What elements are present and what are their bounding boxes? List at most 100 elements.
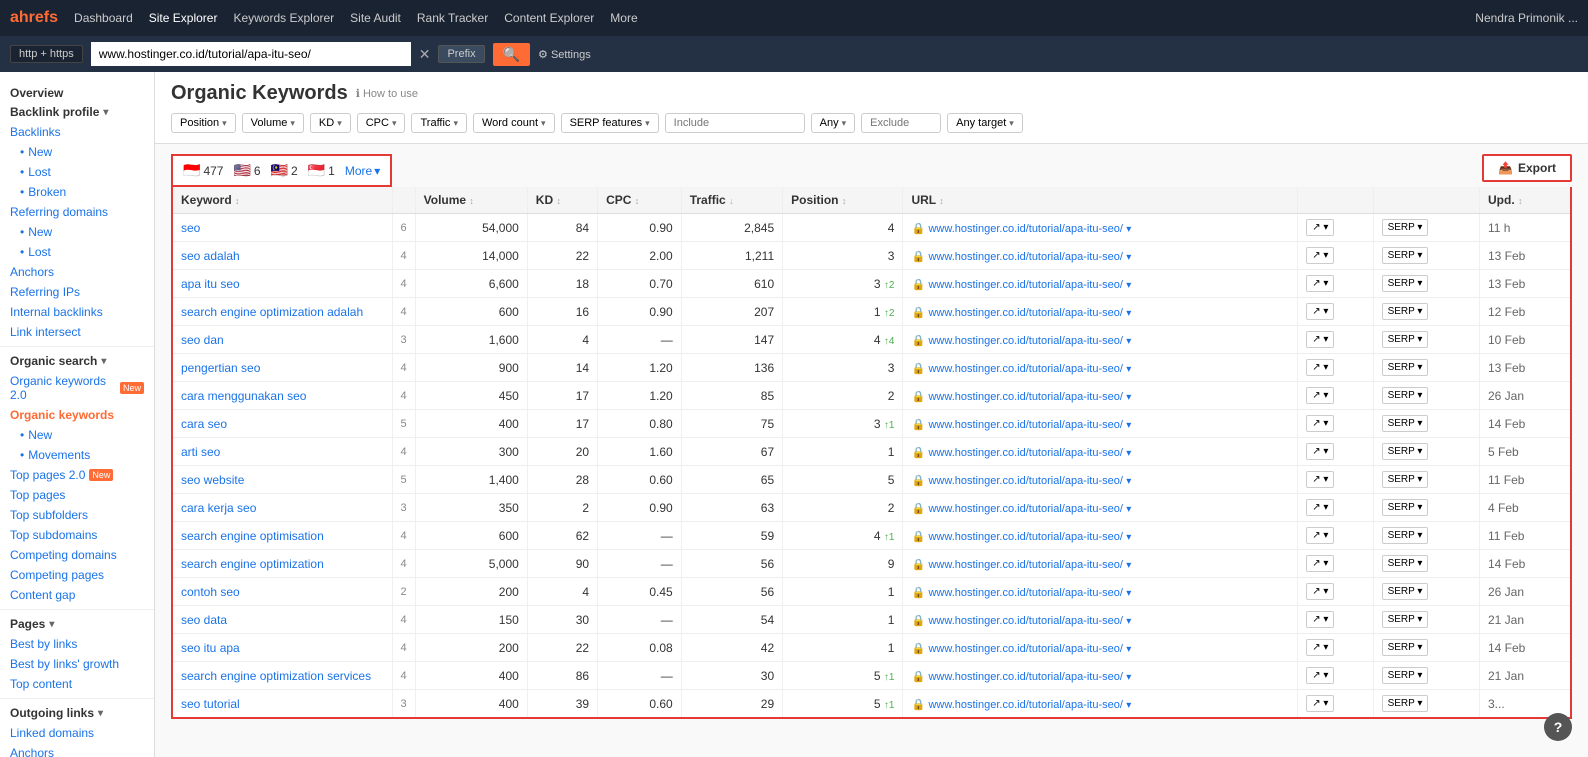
cell-keyword[interactable]: search engine optimization xyxy=(172,550,392,578)
cell-trend[interactable]: ↗ ▾ xyxy=(1298,242,1373,270)
cell-serp[interactable]: SERP ▾ xyxy=(1373,214,1479,242)
keyword-link[interactable]: apa itu seo xyxy=(181,277,240,291)
trend-button[interactable]: ↗ ▾ xyxy=(1306,555,1334,572)
sidebar-anchors[interactable]: Anchors xyxy=(0,262,154,282)
sidebar-backlinks-new[interactable]: • New xyxy=(0,142,154,162)
serp-button[interactable]: SERP ▾ xyxy=(1382,247,1429,264)
url-dropdown-icon[interactable]: ▾ xyxy=(1126,504,1131,515)
trend-button[interactable]: ↗ ▾ xyxy=(1306,303,1334,320)
cell-keyword[interactable]: contoh seo xyxy=(172,578,392,606)
sidebar-top-subfolders[interactable]: Top subfolders xyxy=(0,505,154,525)
keyword-link[interactable]: search engine optimization services xyxy=(181,669,371,683)
url-dropdown-icon[interactable]: ▾ xyxy=(1126,476,1131,487)
cell-keyword[interactable]: pengertian seo xyxy=(172,354,392,382)
sidebar-outgoing-anchors[interactable]: Anchors xyxy=(0,743,154,757)
prefix-button[interactable]: Prefix xyxy=(438,45,484,63)
cell-serp[interactable]: SERP ▾ xyxy=(1373,606,1479,634)
cell-serp[interactable]: SERP ▾ xyxy=(1373,578,1479,606)
protocol-button[interactable]: http + https xyxy=(10,45,83,63)
keyword-link[interactable]: seo data xyxy=(181,613,227,627)
serp-button[interactable]: SERP ▾ xyxy=(1382,387,1429,404)
sidebar-content-gap[interactable]: Content gap xyxy=(0,585,154,605)
sidebar-top-pages-20[interactable]: Top pages 2.0 New xyxy=(0,465,154,485)
trend-button[interactable]: ↗ ▾ xyxy=(1306,611,1334,628)
cell-serp[interactable]: SERP ▾ xyxy=(1373,466,1479,494)
more-countries-button[interactable]: More ▾ xyxy=(345,164,380,178)
url-link[interactable]: www.hostinger.co.id/tutorial/apa-itu-seo… xyxy=(928,615,1122,627)
url-dropdown-icon[interactable]: ▾ xyxy=(1126,560,1131,571)
clear-url-button[interactable]: ✕ xyxy=(419,46,431,63)
sidebar-top-content[interactable]: Top content xyxy=(0,674,154,694)
position-filter[interactable]: Position ▾ xyxy=(171,113,236,133)
serp-button[interactable]: SERP ▾ xyxy=(1382,555,1429,572)
url-dropdown-icon[interactable]: ▾ xyxy=(1126,700,1131,711)
cell-serp[interactable]: SERP ▾ xyxy=(1373,634,1479,662)
keyword-link[interactable]: search engine optimisation xyxy=(181,529,324,543)
cell-trend[interactable]: ↗ ▾ xyxy=(1298,494,1373,522)
nav-rank-tracker[interactable]: Rank Tracker xyxy=(417,11,488,25)
cell-trend[interactable]: ↗ ▾ xyxy=(1298,214,1373,242)
trend-button[interactable]: ↗ ▾ xyxy=(1306,499,1334,516)
cell-url[interactable]: 🔒 www.hostinger.co.id/tutorial/apa-itu-s… xyxy=(903,298,1298,326)
sidebar-best-by-links-growth[interactable]: Best by links' growth xyxy=(0,654,154,674)
cell-url[interactable]: 🔒 www.hostinger.co.id/tutorial/apa-itu-s… xyxy=(903,214,1298,242)
how-to-use-link[interactable]: ℹ How to use xyxy=(356,87,418,100)
search-button[interactable]: 🔍 xyxy=(493,43,530,66)
sidebar-competing-pages[interactable]: Competing pages xyxy=(0,565,154,585)
keyword-link[interactable]: contoh seo xyxy=(181,585,240,599)
cell-trend[interactable]: ↗ ▾ xyxy=(1298,634,1373,662)
cell-serp[interactable]: SERP ▾ xyxy=(1373,326,1479,354)
nav-site-explorer[interactable]: Site Explorer xyxy=(149,11,218,25)
cell-keyword[interactable]: seo xyxy=(172,214,392,242)
cell-url[interactable]: 🔒 www.hostinger.co.id/tutorial/apa-itu-s… xyxy=(903,494,1298,522)
sidebar-pages[interactable]: Pages ▾ xyxy=(0,614,154,634)
cell-serp[interactable]: SERP ▾ xyxy=(1373,298,1479,326)
cell-serp[interactable]: SERP ▾ xyxy=(1373,522,1479,550)
col-cpc[interactable]: CPC ↕ xyxy=(598,187,682,214)
trend-button[interactable]: ↗ ▾ xyxy=(1306,247,1334,264)
serp-button[interactable]: SERP ▾ xyxy=(1382,499,1429,516)
trend-button[interactable]: ↗ ▾ xyxy=(1306,443,1334,460)
cell-url[interactable]: 🔒 www.hostinger.co.id/tutorial/apa-itu-s… xyxy=(903,410,1298,438)
serp-button[interactable]: SERP ▾ xyxy=(1382,695,1429,712)
any-filter[interactable]: Any ▾ xyxy=(811,113,856,133)
trend-button[interactable]: ↗ ▾ xyxy=(1306,219,1334,236)
word-count-filter[interactable]: Word count ▾ xyxy=(473,113,555,133)
sidebar-referring-domains-lost[interactable]: • Lost xyxy=(0,242,154,262)
url-dropdown-icon[interactable]: ▾ xyxy=(1126,280,1131,291)
sidebar-link-intersect[interactable]: Link intersect xyxy=(0,322,154,342)
cell-url[interactable]: 🔒 www.hostinger.co.id/tutorial/apa-itu-s… xyxy=(903,578,1298,606)
keyword-link[interactable]: search engine optimization adalah xyxy=(181,305,363,319)
url-link[interactable]: www.hostinger.co.id/tutorial/apa-itu-seo… xyxy=(928,419,1122,431)
keyword-link[interactable]: seo itu apa xyxy=(181,641,240,655)
cell-url[interactable]: 🔒 www.hostinger.co.id/tutorial/apa-itu-s… xyxy=(903,242,1298,270)
cell-keyword[interactable]: seo tutorial xyxy=(172,690,392,719)
keyword-link[interactable]: seo adalah xyxy=(181,249,240,263)
url-link[interactable]: www.hostinger.co.id/tutorial/apa-itu-seo… xyxy=(928,643,1122,655)
cell-url[interactable]: 🔒 www.hostinger.co.id/tutorial/apa-itu-s… xyxy=(903,270,1298,298)
export-button[interactable]: 📤 Export xyxy=(1482,154,1572,182)
keyword-link[interactable]: cara menggunakan seo xyxy=(181,389,306,403)
url-dropdown-icon[interactable]: ▾ xyxy=(1126,392,1131,403)
sidebar-organic-keywords[interactable]: Organic keywords xyxy=(0,405,154,425)
cell-url[interactable]: 🔒 www.hostinger.co.id/tutorial/apa-itu-s… xyxy=(903,550,1298,578)
serp-button[interactable]: SERP ▾ xyxy=(1382,639,1429,656)
keyword-link[interactable]: cara kerja seo xyxy=(181,501,256,515)
url-dropdown-icon[interactable]: ▾ xyxy=(1126,336,1131,347)
url-link[interactable]: www.hostinger.co.id/tutorial/apa-itu-seo… xyxy=(928,587,1122,599)
cell-trend[interactable]: ↗ ▾ xyxy=(1298,550,1373,578)
url-link[interactable]: www.hostinger.co.id/tutorial/apa-itu-seo… xyxy=(928,335,1122,347)
trend-button[interactable]: ↗ ▾ xyxy=(1306,359,1334,376)
url-dropdown-icon[interactable]: ▾ xyxy=(1126,532,1131,543)
sidebar-best-by-links[interactable]: Best by links xyxy=(0,634,154,654)
cell-keyword[interactable]: seo itu apa xyxy=(172,634,392,662)
cell-url[interactable]: 🔒 www.hostinger.co.id/tutorial/apa-itu-s… xyxy=(903,634,1298,662)
sidebar-referring-ips[interactable]: Referring IPs xyxy=(0,282,154,302)
url-dropdown-icon[interactable]: ▾ xyxy=(1126,644,1131,655)
keyword-link[interactable]: pengertian seo xyxy=(181,361,260,375)
nav-content-explorer[interactable]: Content Explorer xyxy=(504,11,594,25)
serp-button[interactable]: SERP ▾ xyxy=(1382,303,1429,320)
serp-button[interactable]: SERP ▾ xyxy=(1382,331,1429,348)
cell-trend[interactable]: ↗ ▾ xyxy=(1298,382,1373,410)
serp-button[interactable]: SERP ▾ xyxy=(1382,471,1429,488)
